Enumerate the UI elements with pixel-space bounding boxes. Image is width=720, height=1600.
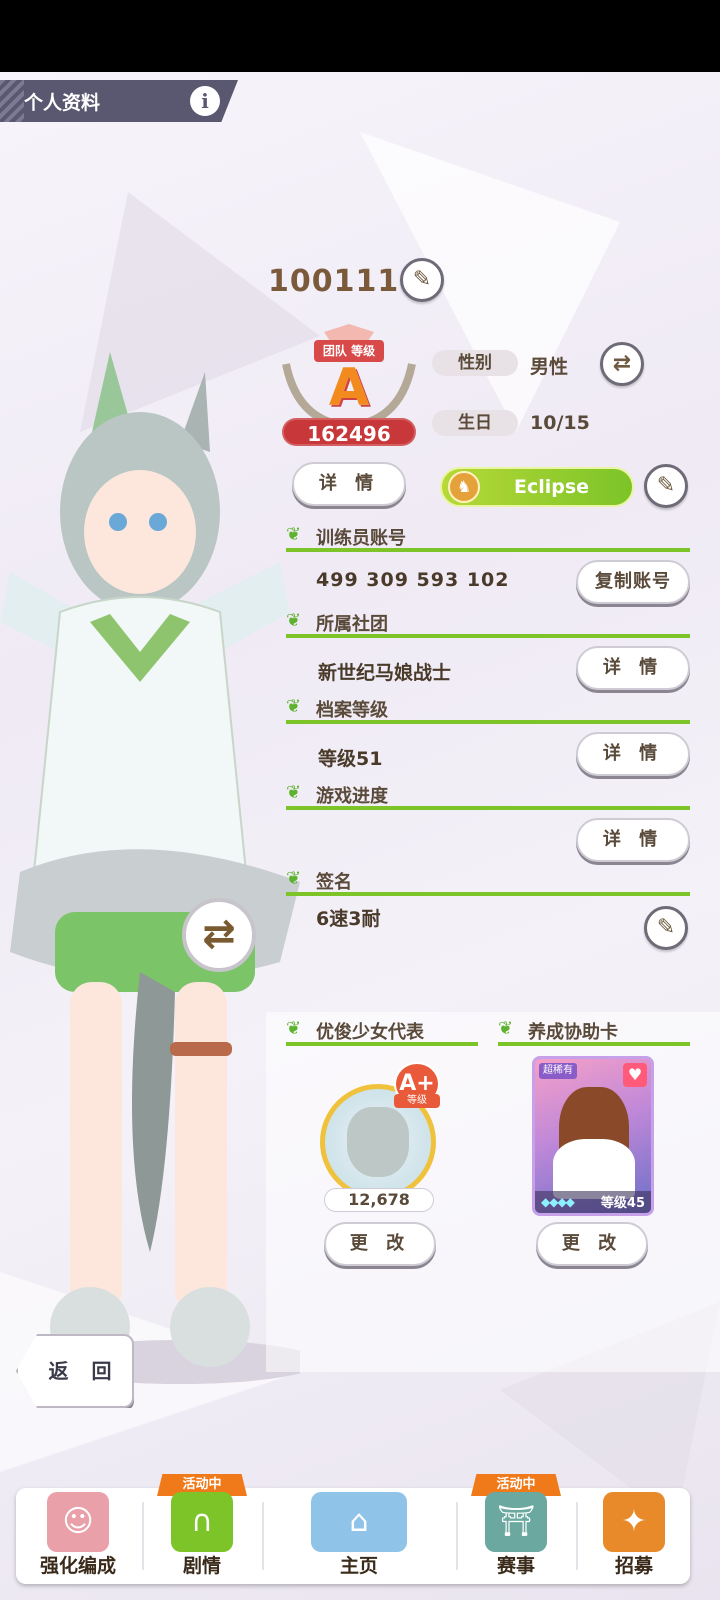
bottom-nav: ☺ 强化编成 活动中 ∩ 剧情 ⌂ 主页 活动中 ⛩ 赛事 ✦ 招募: [16, 1474, 690, 1584]
header-tab: 个人资料 i: [0, 80, 238, 122]
trainer-account-value: 499 309 593 102: [316, 569, 510, 591]
section-label: 档案等级: [316, 700, 388, 721]
team-rank-badge: 团队 等级 A 162496: [276, 324, 422, 448]
section-label: 签名: [316, 872, 352, 893]
gender-label: 性别: [432, 350, 518, 376]
section-support-card: ❦ 养成协助卡: [498, 1018, 690, 1046]
section-divider: [286, 720, 690, 724]
school-building-icon: ⌂: [311, 1492, 407, 1552]
gender-value: 男性: [530, 356, 569, 378]
section-club: ❦ 所属社团: [286, 610, 690, 638]
status-bar: [0, 0, 720, 72]
section-label: 养成协助卡: [528, 1022, 618, 1043]
section-divider: [286, 806, 690, 810]
title-name: Eclipse: [514, 476, 590, 498]
header-stripes: [0, 80, 24, 122]
swap-character-button[interactable]: ⇄: [182, 898, 256, 972]
nav-item-race[interactable]: 活动中 ⛩ 赛事: [458, 1474, 574, 1584]
section-game-progress: ❦ 游戏进度: [286, 782, 690, 810]
section-divider: [286, 548, 690, 552]
carrot-icon: ❦: [286, 1018, 302, 1039]
birthday-label: 生日: [432, 410, 518, 436]
section-trainer-account: ❦ 训练员账号: [286, 524, 690, 552]
back-button[interactable]: 返 回: [16, 1334, 134, 1408]
nav-item-enhance[interactable]: ☺ 强化编成: [16, 1488, 140, 1584]
carrot-icon: ❦: [498, 1018, 514, 1039]
page-title: 个人资料: [24, 92, 101, 114]
nav-label: 主页: [339, 1555, 378, 1577]
support-card-art: [553, 1139, 635, 1199]
edit-name-button[interactable]: ✎: [400, 258, 444, 302]
nav-label: 招募: [614, 1555, 653, 1577]
character-tail: [132, 972, 175, 1252]
swap-icon[interactable]: ⇄: [600, 342, 644, 386]
edit-title-button[interactable]: ✎: [644, 464, 688, 508]
copy-account-button[interactable]: 复制账号: [576, 560, 690, 604]
carrot-icon: ❦: [286, 782, 302, 803]
character-garter: [170, 1042, 232, 1056]
trainer-id: 100111: [268, 264, 400, 299]
carrot-icon: ❦: [286, 610, 302, 631]
character-boot-right: [170, 1287, 250, 1367]
support-card-footer: ◆◆◆◆ 等级45: [535, 1191, 651, 1213]
nav-label: 强化编成: [39, 1555, 116, 1577]
section-label: 所属社团: [316, 614, 388, 635]
character-leg-right: [175, 982, 227, 1312]
section-divider: [286, 892, 690, 896]
carrot-icon: ❦: [286, 868, 302, 889]
book-icon: ∩: [171, 1492, 233, 1552]
change-support-button[interactable]: 更 改: [536, 1222, 648, 1266]
nav-item-home[interactable]: ⌂ 主页: [264, 1488, 454, 1584]
carrot-icon: ❦: [286, 524, 302, 545]
club-detail-button[interactable]: 详 情: [576, 646, 690, 690]
character-model: [0, 352, 300, 1384]
info-icon[interactable]: i: [190, 86, 220, 116]
gacha-door-icon: ✦: [603, 1492, 665, 1552]
section-signature: ❦ 签名: [286, 868, 690, 896]
birthday-value: 10/15: [530, 412, 590, 434]
nav-label: 赛事: [496, 1555, 535, 1577]
section-representative: ❦ 优俊少女代表: [286, 1018, 478, 1046]
team-rank-score: 162496: [282, 418, 416, 446]
nav-label: 剧情: [182, 1555, 221, 1577]
progress-detail-button[interactable]: 详 情: [576, 818, 690, 862]
section-label: 训练员账号: [316, 528, 406, 549]
change-representative-button[interactable]: 更 改: [324, 1222, 436, 1266]
title-badge[interactable]: ♞ Eclipse: [440, 467, 634, 507]
support-card[interactable]: 超稀有 ♥ ◆◆◆◆ 等级45: [532, 1056, 654, 1216]
carrot-icon: ❦: [286, 696, 302, 717]
edit-signature-button[interactable]: ✎: [644, 906, 688, 950]
character-eye-right: [149, 513, 167, 531]
signature-value: 6速3耐: [316, 908, 381, 930]
profile-screen: 个人资料 i ⇄ 100111 ✎ 团队 等级 A 162496 性别 男性 ⇄…: [0, 72, 720, 1600]
team-detail-button[interactable]: 详 情: [292, 462, 406, 506]
representative-score: 12,678: [324, 1188, 434, 1212]
character-icon: ☺: [47, 1492, 109, 1552]
representative-rank-label: 等级: [394, 1094, 440, 1108]
section-divider: [286, 634, 690, 638]
medal-icon: ♞: [448, 471, 480, 503]
team-rank-letter: A: [328, 358, 370, 418]
club-value: 新世纪马娘战士: [318, 662, 452, 684]
nav-item-story[interactable]: 活动中 ∩ 剧情: [144, 1474, 260, 1584]
section-divider: [498, 1042, 690, 1046]
character-leg-left: [70, 982, 122, 1312]
section-divider: [286, 1042, 478, 1046]
character-eye-left: [109, 513, 127, 531]
representative-face: [347, 1107, 409, 1177]
support-card-level: 等级45: [600, 1196, 645, 1211]
section-label: 游戏进度: [316, 786, 388, 807]
gem-icon: ◆◆◆◆: [541, 1195, 575, 1209]
heart-icon: ♥: [623, 1063, 647, 1087]
gate-icon: ⛩: [485, 1492, 547, 1552]
character-face: [84, 470, 196, 594]
archive-level-value: 等级51: [318, 748, 383, 770]
section-archive-level: ❦ 档案等级: [286, 696, 690, 724]
rarity-badge: 超稀有: [539, 1063, 577, 1079]
archive-detail-button[interactable]: 详 情: [576, 732, 690, 776]
section-label: 优俊少女代表: [316, 1022, 424, 1043]
nav-item-gacha[interactable]: ✦ 招募: [578, 1488, 690, 1584]
